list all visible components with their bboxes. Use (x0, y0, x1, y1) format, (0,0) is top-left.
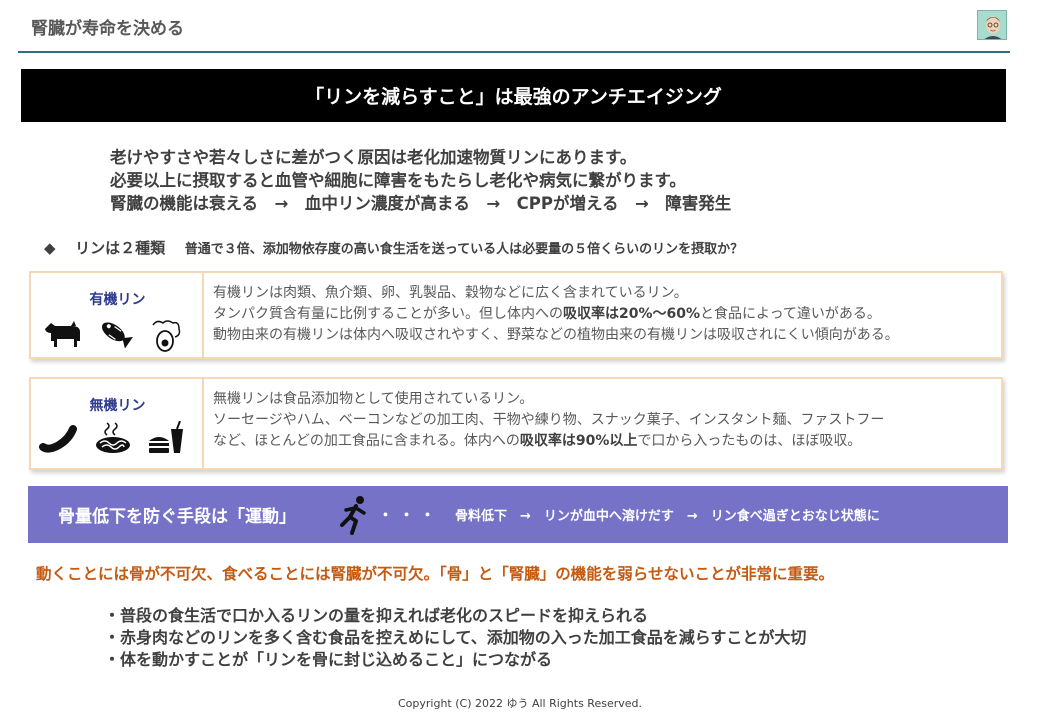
inorganic-description: 無機リンは食品添加物として使用されているリン。 ソーセージやハム、ベーコンなどの… (204, 379, 1001, 468)
fastfood-icon (149, 421, 183, 453)
organic-line: タンパク質含有量に比例することが多い。但し体内への吸収率は20%～60%と食品に… (213, 306, 881, 322)
types-lead: リンは２種類 (75, 239, 166, 257)
exercise-main-text: 骨量低下を防ぐ手段は「運動」 (58, 507, 296, 527)
sausage-icon (39, 425, 77, 453)
bullet-item: ・赤身肉などのリンを多く含む食品を控えめにして、添加物の入った加工食品を減らすこ… (104, 628, 807, 647)
organic-description: 有機リンは肉類、魚介類、卵、乳製品、穀物などに広く含まれているリン。 タンパク質… (204, 273, 1001, 357)
bullet-item: ・普段の食生活で口か入るリンの量を抑えれば老化のスピードを抑えられる (104, 606, 649, 625)
bullet-item: ・体を動かすことが「リンを骨に封じ込めること」につながる (104, 650, 553, 669)
inorganic-line: 無機リンは食品添加物として使用されているリン。 (213, 391, 534, 407)
key-message: 動くことには骨が不可欠、食べることには腎臓が不可欠。「骨」と「腎臓」の機能を弱ら… (36, 565, 834, 583)
exercise-banner: 骨量低下を防ぐ手段は「運動」 ・・・ 骨料低下 → リンが血中へ溶けだす → リ… (28, 486, 1008, 543)
inorganic-card-label-cell: 無機リン (31, 379, 204, 468)
absorption-rate-text: 吸収率は20%～60% (563, 306, 701, 322)
cow-icon (45, 321, 80, 347)
intro-line: 老けやすさや若々しさに差がつく原因は老化加速物質リンにあります。 (110, 148, 637, 167)
intro-text: 老けやすさや若々しさに差がつく原因は老化加速物質リンにあります。 必要以上に摂取… (110, 146, 731, 215)
inorganic-label: 無機リン (89, 398, 146, 414)
organic-line: 有機リンは肉類、魚介類、卵、乳製品、穀物などに広く含まれているリン。 (213, 285, 688, 301)
inorganic-line: など、ほとんどの加工食品に含まれる。体内への吸収率は90%以上で口から入ったもの… (213, 433, 862, 449)
noodles-icon (96, 422, 130, 453)
organic-card-label-cell: 有機リン (31, 273, 204, 357)
header-title: 腎臓が寿命を決める (31, 19, 184, 39)
inorganic-line: ソーセージやハム、ベーコンなどの加工肉、干物や練り物、スナック菓子、インスタント… (213, 412, 885, 428)
copyright-footer: Copyright (C) 2022 ゆう All Rights Reserve… (397, 697, 642, 710)
running-person-icon (340, 495, 366, 535)
organic-label: 有機リン (89, 292, 146, 308)
fish-icon (101, 322, 133, 349)
organic-phosphorus-card: 有機リン 有機リンは肉類、魚介類、卵、乳製品、穀物などに広く含まれているリン。 … (29, 271, 1003, 359)
exercise-dots: ・・・ (378, 506, 442, 524)
phosphorus-types-heading: ◆ リンは２種類 普通で３倍、添加物依存度の高い食生活を送っている人は必要量の５… (44, 237, 743, 258)
diamond-bullet-icon: ◆ (44, 239, 56, 257)
intro-line: 腎臓の機能は衰える → 血中リン濃度が高まる → CPPが増える → 障害発生 (110, 194, 732, 213)
inorganic-phosphorus-card: 無機リン 無機リンは食品添加物として使用されているリン。 ソーセージやハム、ベー… (29, 377, 1003, 470)
avatar (977, 10, 1007, 40)
absorption-rate-text: 吸収率は90%以上 (519, 433, 638, 449)
header-divider (18, 51, 1010, 53)
intro-line: 必要以上に摂取すると血管や細胞に障害をもたらし老化や病気に繋がります。 (110, 171, 686, 190)
types-note: 普通で３倍、添加物依存度の高い食生活を送っている人は必要量の５倍くらいのリンを摂… (184, 242, 744, 257)
exercise-flow-text: 骨料低下 → リンが血中へ溶けだす → リン食べ過ぎとおなじ状態に (455, 509, 880, 524)
title-banner: 「リンを減らすこと」は最強のアンチエイジング (21, 69, 1006, 122)
organic-line: 動物由来の有機リンは体内へ吸収されやすく、野菜などの植物由来の有機リンは吸収され… (213, 327, 899, 343)
egg-icon (152, 320, 181, 352)
summary-bullets: ・普段の食生活で口か入るリンの量を抑えれば老化のスピードを抑えられる ・赤身肉な… (104, 605, 806, 671)
